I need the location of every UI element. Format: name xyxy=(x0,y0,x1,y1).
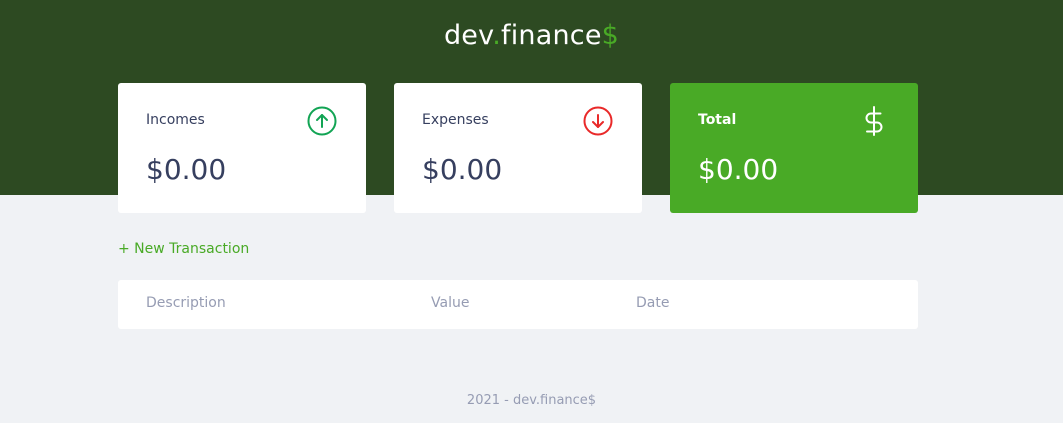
incomes-value: $0.00 xyxy=(146,153,227,186)
column-date: Date xyxy=(636,295,670,311)
new-transaction-button[interactable]: + New Transaction xyxy=(118,241,249,257)
transactions-table-header: Description Value Date xyxy=(118,280,918,329)
incomes-label: Incomes xyxy=(146,112,205,128)
column-value: Value xyxy=(431,295,470,311)
total-card: Total $0.00 xyxy=(670,83,918,213)
total-label: Total xyxy=(698,112,737,128)
expenses-card: Expenses $0.00 xyxy=(394,83,642,213)
incomes-card: Incomes $0.00 xyxy=(118,83,366,213)
column-description: Description xyxy=(146,295,226,311)
footer-text: 2021 - dev.finance$ xyxy=(466,393,597,408)
arrow-up-circle-icon xyxy=(307,106,337,136)
expenses-label: Expenses xyxy=(422,112,489,128)
expenses-value: $0.00 xyxy=(422,153,503,186)
app-logo: dev.finance$ xyxy=(443,20,620,51)
total-value: $0.00 xyxy=(698,153,779,186)
arrow-down-circle-icon xyxy=(583,106,613,136)
dollar-sign-icon xyxy=(865,106,883,136)
